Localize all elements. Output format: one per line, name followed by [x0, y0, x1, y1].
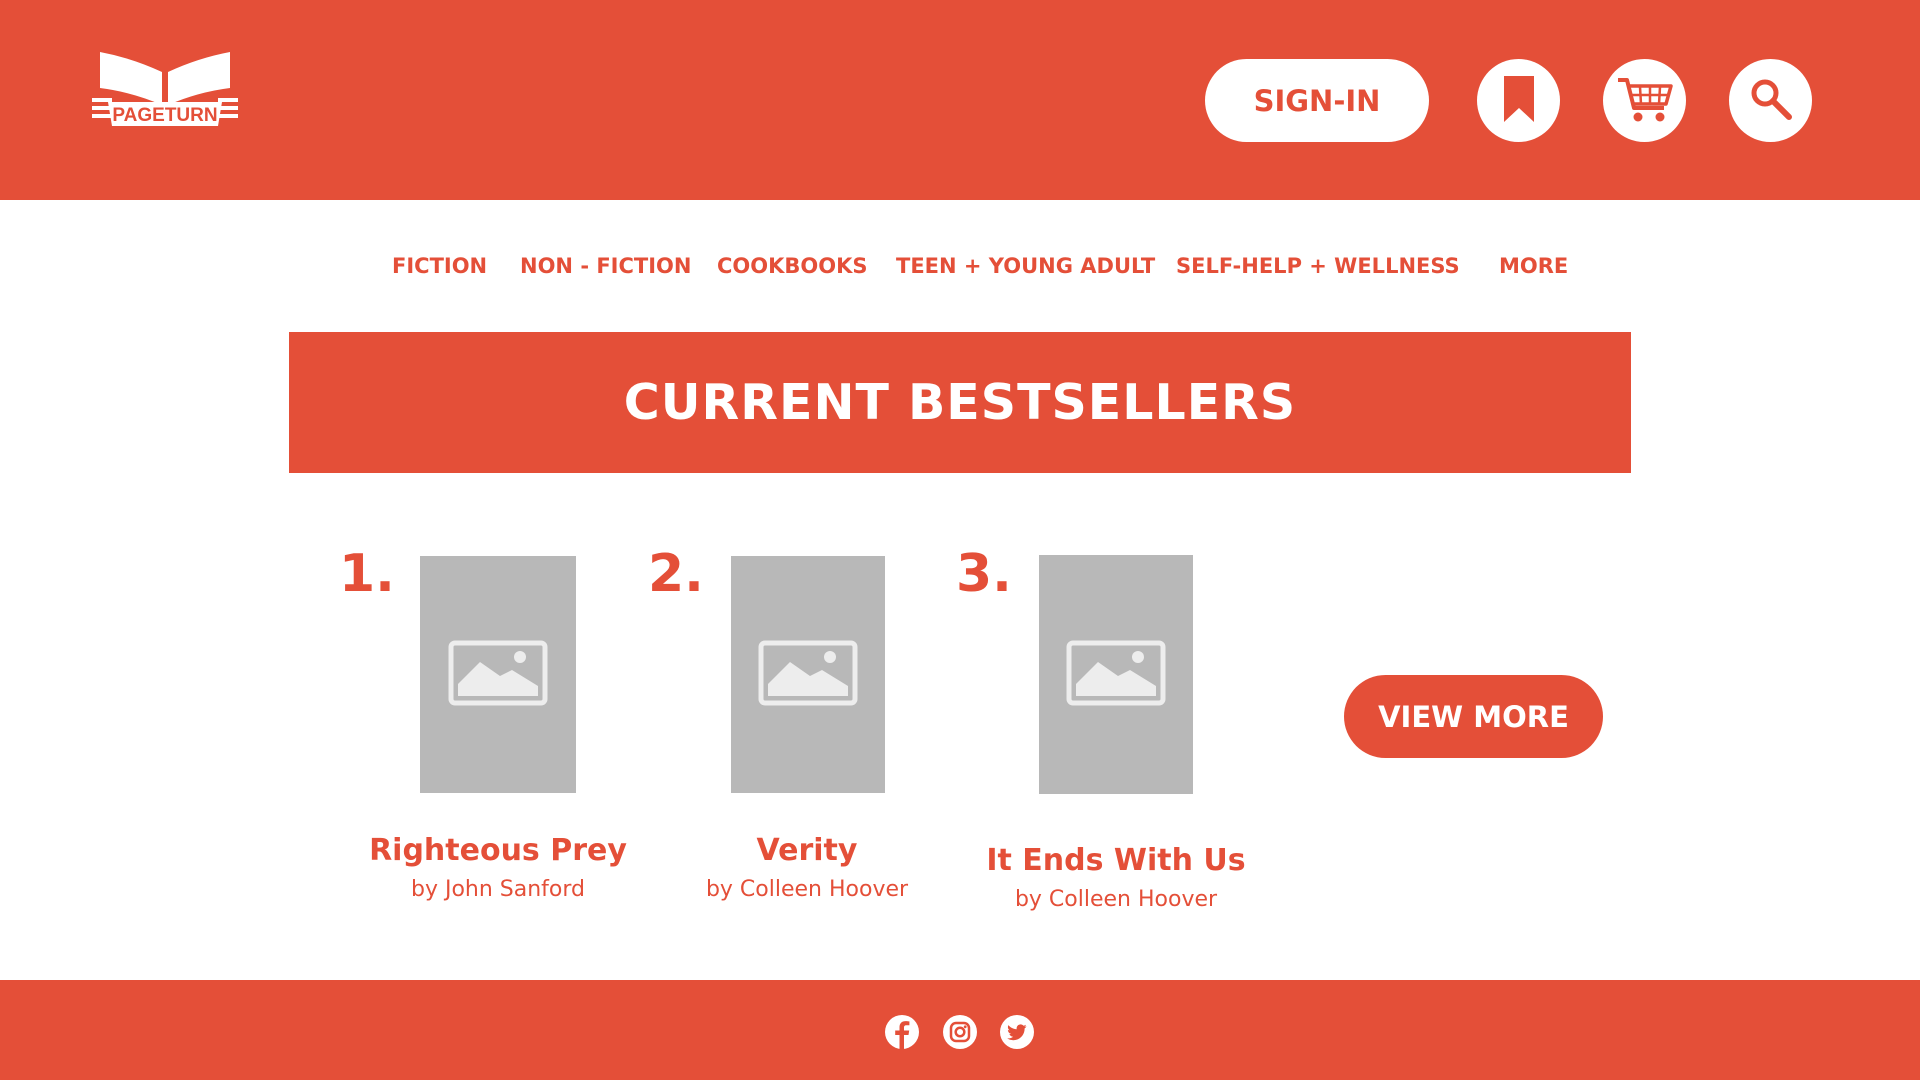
cart-icon — [1616, 74, 1674, 128]
site-header: PAGETURN SIGN-IN — [0, 0, 1920, 200]
book-author: by Colleen Hoover — [705, 877, 909, 902]
book-cover[interactable] — [420, 556, 576, 793]
nav-item-non-fiction[interactable]: NON - FICTION — [520, 254, 691, 278]
view-more-button[interactable]: VIEW MORE — [1344, 675, 1603, 758]
pageturn-logo[interactable]: PAGETURN — [92, 50, 238, 130]
instagram-icon — [942, 1015, 978, 1054]
book-author: by John Sanford — [410, 877, 586, 902]
book-title[interactable]: It Ends With Us — [966, 843, 1266, 878]
book-title[interactable]: Verity — [657, 833, 957, 868]
twitter-icon — [999, 1015, 1035, 1054]
bookmark-button[interactable] — [1477, 59, 1560, 142]
book-cover[interactable] — [731, 556, 885, 793]
book-title[interactable]: Righteous Prey — [348, 833, 648, 868]
image-placeholder-icon — [758, 640, 858, 710]
nav-item-fiction[interactable]: FICTION — [392, 254, 487, 278]
search-button[interactable] — [1729, 59, 1812, 142]
logo-wordmark: PAGETURN — [112, 105, 217, 126]
image-placeholder-icon — [1066, 640, 1166, 710]
book-rank: 2. — [648, 544, 704, 604]
book-rank: 3. — [956, 544, 1012, 604]
nav-item-teen-young-adult[interactable]: TEEN + YOUNG ADULT — [896, 254, 1155, 278]
category-nav: FICTION NON - FICTION COOKBOOKS TEEN + Y… — [0, 254, 1920, 284]
book-rank: 1. — [339, 544, 395, 604]
image-placeholder-icon — [448, 640, 548, 710]
bookmark-icon — [1502, 74, 1536, 128]
facebook-link[interactable] — [884, 1014, 920, 1050]
nav-item-more[interactable]: MORE — [1499, 254, 1568, 278]
sign-in-button[interactable]: SIGN-IN — [1205, 59, 1429, 142]
instagram-link[interactable] — [942, 1014, 978, 1050]
book-author: by Colleen Hoover — [1014, 887, 1218, 912]
bestsellers-heading: CURRENT BESTSELLERS — [623, 374, 1297, 431]
twitter-link[interactable] — [999, 1014, 1035, 1050]
nav-item-self-help-wellness[interactable]: SELF-HELP + WELLNESS — [1176, 254, 1460, 278]
facebook-icon — [884, 1015, 920, 1054]
nav-item-cookbooks[interactable]: COOKBOOKS — [717, 254, 868, 278]
bestsellers-banner: CURRENT BESTSELLERS — [289, 332, 1631, 473]
book-cover[interactable] — [1039, 555, 1193, 794]
search-icon — [1749, 77, 1793, 125]
cart-button[interactable] — [1603, 59, 1686, 142]
